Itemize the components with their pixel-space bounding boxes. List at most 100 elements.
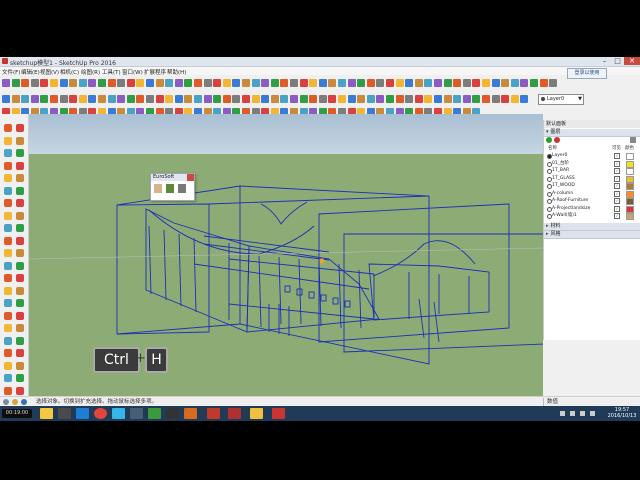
toolbar-tool-icon[interactable]: [414, 95, 423, 103]
toolbar-tool-icon[interactable]: [78, 95, 87, 103]
layer-row[interactable]: 1T_WOOD ✓: [546, 182, 638, 190]
drawing-tool-icon[interactable]: [4, 261, 12, 270]
maximize-button[interactable]: □: [611, 57, 624, 65]
toolbar-tool-icon[interactable]: [462, 79, 471, 87]
pdf-icon[interactable]: [272, 408, 285, 419]
toolbar-tool-icon[interactable]: [2, 79, 10, 87]
toolbar-tool-icon[interactable]: [434, 79, 442, 87]
drawing-tool-icon[interactable]: [4, 374, 12, 382]
toolbar-tool-icon[interactable]: [424, 95, 433, 103]
toolbar-tool-icon[interactable]: [414, 79, 423, 87]
menu-help[interactable]: 帮助(H): [167, 68, 186, 76]
drawing-tool-icon[interactable]: [16, 324, 24, 332]
toolbar-tool-icon[interactable]: [520, 79, 529, 87]
toolbar-tool-icon[interactable]: [491, 95, 500, 103]
toolbar-tool-icon[interactable]: [453, 95, 462, 103]
drawing-tool-icon[interactable]: [4, 136, 12, 145]
drawing-tool-icon[interactable]: [4, 186, 12, 195]
drawing-tool-icon[interactable]: [16, 274, 24, 282]
layer-color-swatch[interactable]: [626, 213, 634, 220]
toolbar-tool-icon[interactable]: [290, 79, 298, 87]
qq-icon[interactable]: [112, 408, 125, 419]
plugin-tool-icon-1[interactable]: [154, 184, 162, 193]
toolbar-tool-icon[interactable]: [98, 79, 106, 87]
toolbar-tool-icon[interactable]: [174, 79, 183, 87]
drawing-tool-icon[interactable]: [16, 261, 24, 270]
toolbar-tool-icon[interactable]: [530, 79, 538, 87]
layer-row[interactable]: 1T_GLASS ✓: [546, 175, 638, 183]
layer-dropdown[interactable]: Layer0 ▼: [538, 94, 584, 105]
toolbar-tool-icon[interactable]: [126, 95, 135, 103]
toolbar-tool-icon[interactable]: [424, 79, 433, 87]
toolbar-tool-icon[interactable]: [510, 95, 519, 103]
toolbar-tool-icon[interactable]: [88, 95, 97, 103]
toolbar-tool-icon[interactable]: [376, 79, 385, 87]
geo-location-icon[interactable]: [3, 399, 9, 405]
toolbar-tool-icon[interactable]: [491, 79, 500, 87]
toolbar-tool-icon[interactable]: [328, 95, 337, 103]
drawing-tool-icon[interactable]: [16, 374, 24, 382]
drawing-tool-icon[interactable]: [4, 199, 12, 207]
layer-visible-checkbox[interactable]: ✓: [614, 168, 620, 174]
toolbar-tool-icon[interactable]: [510, 79, 519, 87]
drawing-tool-icon[interactable]: [16, 236, 24, 245]
toolbar-tool-icon[interactable]: [30, 95, 39, 103]
toolbar-tool-icon[interactable]: [40, 79, 49, 87]
toolbar-tool-icon[interactable]: [155, 95, 164, 103]
drawing-tool-icon[interactable]: [16, 174, 24, 182]
toolbar-tool-icon[interactable]: [453, 79, 462, 87]
drawing-tool-icon[interactable]: [4, 336, 12, 345]
toolbar-tool-icon[interactable]: [11, 95, 20, 103]
toolbar-tool-icon[interactable]: [21, 79, 30, 87]
minimize-button[interactable]: –: [598, 57, 611, 65]
drawing-tool-icon[interactable]: [16, 299, 24, 307]
toolbar-tool-icon[interactable]: [242, 95, 250, 103]
drawing-tool-icon[interactable]: [16, 349, 24, 357]
drawing-tool-icon[interactable]: [4, 161, 12, 170]
toolbar-tool-icon[interactable]: [309, 79, 318, 87]
toolbar-tool-icon[interactable]: [357, 79, 366, 87]
toolbar-tool-icon[interactable]: [395, 79, 404, 87]
layer-visible-checkbox[interactable]: ✓: [614, 183, 620, 189]
toolbar-tool-icon[interactable]: [251, 95, 260, 103]
toolbar-tool-icon[interactable]: [136, 95, 145, 103]
toolbar-tool-icon[interactable]: [395, 95, 404, 103]
input-method-icon[interactable]: [590, 411, 595, 416]
drawing-tool-icon[interactable]: [16, 124, 24, 132]
toolbar-tool-icon[interactable]: [117, 95, 126, 103]
toolbar-tool-icon[interactable]: [261, 79, 270, 87]
toolbar-tool-icon[interactable]: [232, 95, 241, 103]
layer-visible-checkbox[interactable]: ✓: [614, 175, 620, 182]
toolbar-tool-icon[interactable]: [155, 79, 164, 87]
toolbar-tool-icon[interactable]: [270, 95, 279, 103]
toolbar-tool-icon[interactable]: [107, 79, 116, 87]
media-player-icon[interactable]: [76, 408, 89, 419]
toolbar-tool-icon[interactable]: [222, 95, 231, 103]
measurements-box[interactable]: 数值: [543, 398, 627, 406]
drawing-tool-icon[interactable]: [4, 349, 12, 357]
network-icon[interactable]: [570, 411, 575, 416]
toolbar-tool-icon[interactable]: [40, 95, 49, 103]
layer-row[interactable]: 1T_BAR ✓: [546, 167, 638, 175]
drawing-tool-icon[interactable]: [4, 211, 12, 220]
drawing-tool-icon[interactable]: [4, 149, 12, 157]
plugin-tool-icon-2[interactable]: [166, 184, 174, 193]
drawing-tool-icon[interactable]: [16, 336, 24, 345]
menu-file[interactable]: 文件(F): [2, 68, 20, 76]
toolbar-tool-icon[interactable]: [482, 95, 490, 103]
toolbar-tool-icon[interactable]: [117, 79, 126, 87]
toolbar-tool-icon[interactable]: [462, 95, 471, 103]
wechat-icon[interactable]: [148, 408, 161, 419]
menu-view[interactable]: 视图(V): [40, 68, 59, 76]
drawing-tool-icon[interactable]: [4, 361, 12, 370]
drawing-tool-icon[interactable]: [4, 236, 12, 245]
drawing-tool-icon[interactable]: [4, 249, 12, 257]
toolbar-tool-icon[interactable]: [203, 79, 212, 87]
tray-expand-icon[interactable]: [560, 411, 565, 416]
toolbar-tool-icon[interactable]: [184, 79, 193, 87]
toolbar-tool-icon[interactable]: [213, 79, 222, 87]
toolbar-tool-icon[interactable]: [136, 79, 145, 87]
folder-icon[interactable]: [250, 408, 263, 419]
layers-section-header[interactable]: ▾ 图层: [544, 129, 640, 137]
toolbar-tool-icon[interactable]: [2, 95, 10, 103]
